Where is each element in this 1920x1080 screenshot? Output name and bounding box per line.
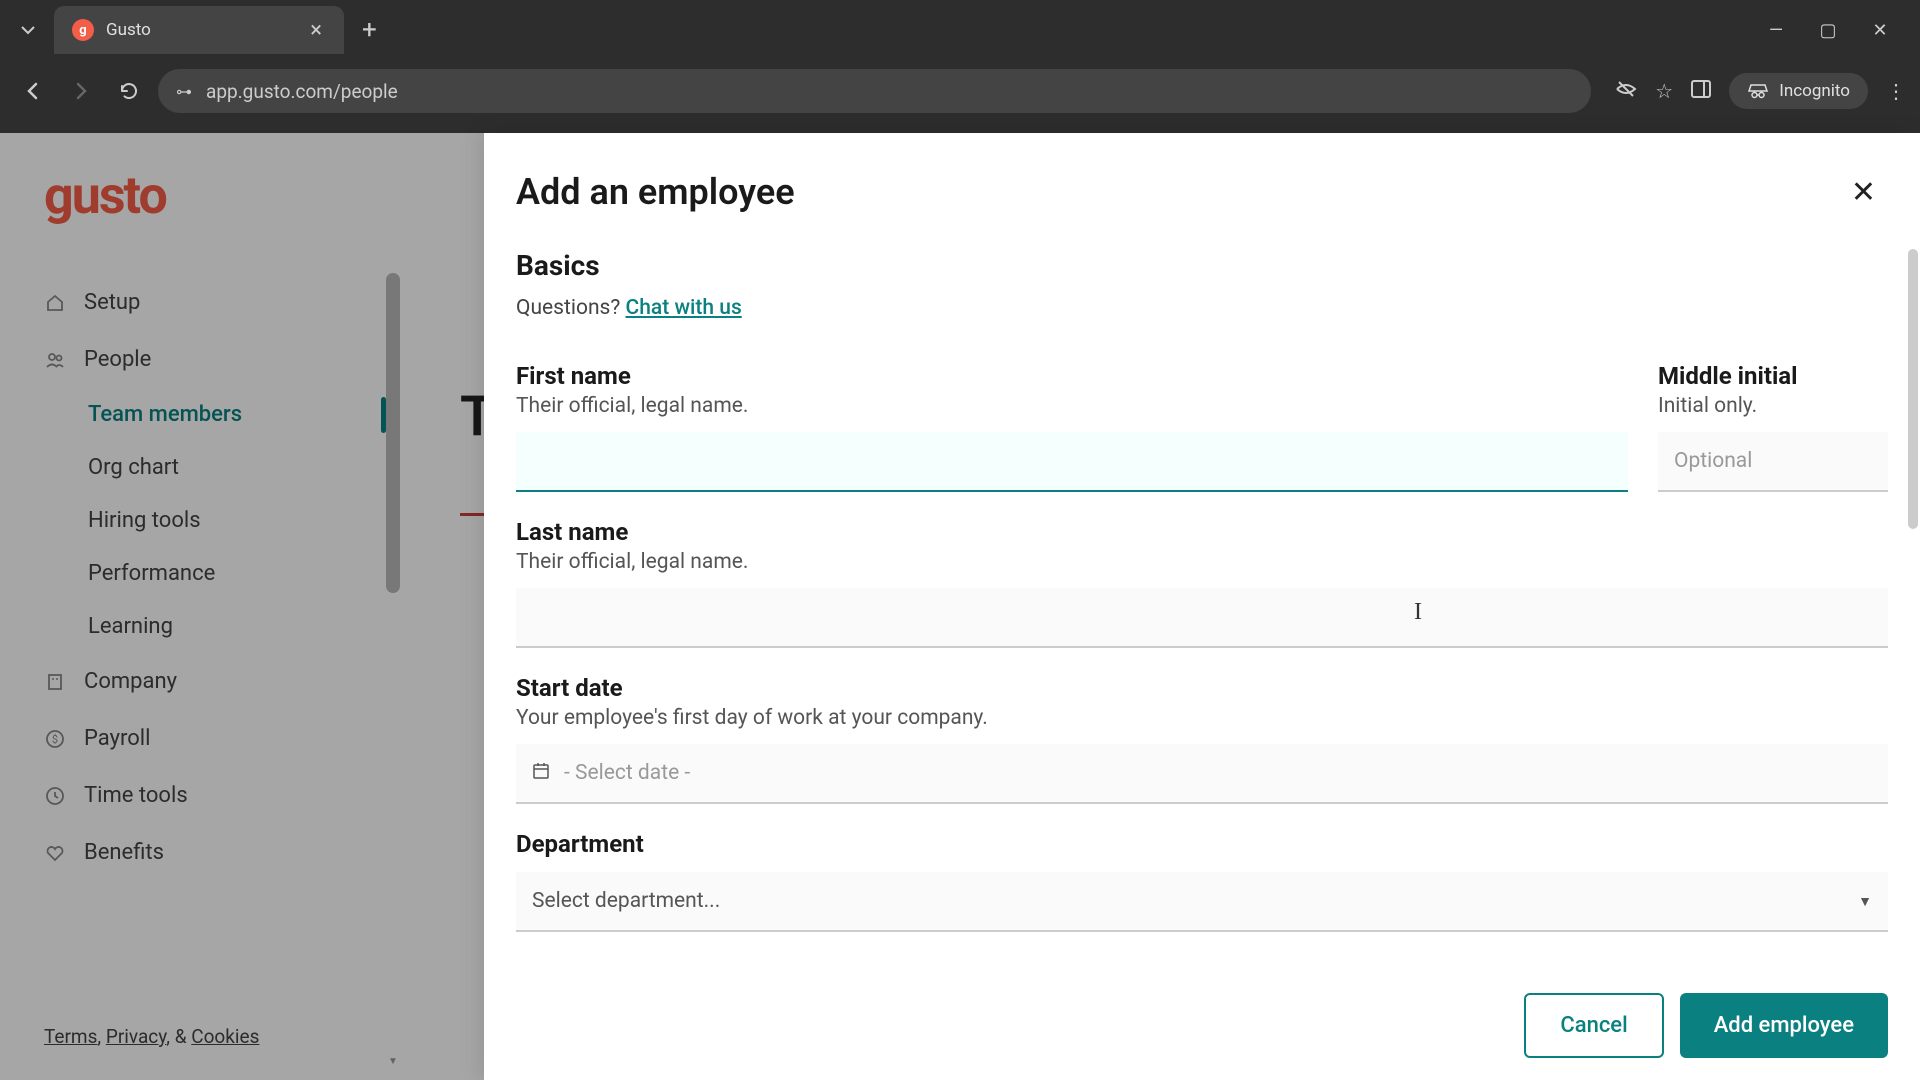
modal-backdrop[interactable] <box>0 133 484 1080</box>
department-select[interactable]: Select department... ▼ <box>516 872 1888 932</box>
bookmark-star-icon[interactable]: ☆ <box>1655 79 1673 103</box>
tab-title: Gusto <box>106 20 306 40</box>
first-name-input[interactable] <box>516 432 1628 492</box>
chevron-down-icon: ▼ <box>1858 893 1872 910</box>
department-group: Department Select department... ▼ <box>516 830 1888 932</box>
url-text: app.gusto.com/people <box>206 80 398 103</box>
department-label: Department <box>516 830 1888 858</box>
modal-footer: Cancel Add employee <box>484 975 1920 1080</box>
address-bar: ⊶ app.gusto.com/people ☆ Incognito ⋮ <box>0 60 1920 122</box>
form-row: Start date Your employee's first day of … <box>516 674 1888 804</box>
side-panel-icon[interactable] <box>1691 79 1711 103</box>
forward-button[interactable] <box>62 72 100 110</box>
tab-search-dropdown[interactable] <box>10 12 46 48</box>
select-placeholder: Select department... <box>532 889 720 913</box>
form-row: Last name Their official, legal name. <box>516 518 1888 648</box>
tab-close-icon[interactable]: × <box>306 18 326 43</box>
back-button[interactable] <box>14 72 52 110</box>
form-row: First name Their official, legal name. M… <box>516 362 1888 492</box>
kebab-menu-icon[interactable]: ⋮ <box>1886 79 1906 103</box>
maximize-icon[interactable]: ▢ <box>1816 20 1840 41</box>
modal-title: Add an employee <box>516 171 795 213</box>
window-controls: — ▢ ✕ <box>1764 20 1910 41</box>
reload-button[interactable] <box>110 72 148 110</box>
first-name-group: First name Their official, legal name. <box>516 362 1628 492</box>
start-date-group: Start date Your employee's first day of … <box>516 674 1888 804</box>
incognito-label: Incognito <box>1779 81 1850 101</box>
close-window-icon[interactable]: ✕ <box>1868 20 1892 41</box>
new-tab-button[interactable]: + <box>362 15 377 45</box>
tab-bar: g Gusto × + — ▢ ✕ <box>0 0 1920 60</box>
gusto-favicon-icon: g <box>72 19 94 41</box>
browser-chrome: g Gusto × + — ▢ ✕ ⊶ app.gusto.com/people <box>0 0 1920 133</box>
minimize-icon[interactable]: — <box>1764 20 1788 41</box>
start-date-help: Your employee's first day of work at you… <box>516 706 1888 730</box>
browser-tab[interactable]: g Gusto × <box>54 6 344 54</box>
last-name-input[interactable] <box>516 588 1888 648</box>
url-input[interactable]: ⊶ app.gusto.com/people <box>158 69 1591 113</box>
modal-close-button[interactable]: ✕ <box>1851 175 1876 210</box>
calendar-icon <box>532 762 550 785</box>
app-content: gusto Setup People Team members Org char… <box>0 133 1920 1080</box>
incognito-badge[interactable]: Incognito <box>1729 73 1868 109</box>
first-name-help: Their official, legal name. <box>516 394 1628 418</box>
add-employee-modal: Add an employee ✕ Basics Questions? Chat… <box>484 133 1920 1080</box>
incognito-icon <box>1747 83 1769 99</box>
start-date-input[interactable]: - Select date - <box>516 744 1888 804</box>
middle-initial-group: Middle initial Initial only. <box>1658 362 1888 492</box>
last-name-label: Last name <box>516 518 1888 546</box>
cancel-button[interactable]: Cancel <box>1524 993 1663 1058</box>
start-date-label: Start date <box>516 674 1888 702</box>
middle-initial-label: Middle initial <box>1658 362 1888 390</box>
address-actions: ☆ Incognito ⋮ <box>1615 73 1906 109</box>
date-placeholder: - Select date - <box>564 761 690 785</box>
section-title: Basics <box>516 249 1888 282</box>
first-name-label: First name <box>516 362 1628 390</box>
middle-initial-help: Initial only. <box>1658 394 1888 418</box>
form-row: Department Select department... ▼ <box>516 830 1888 932</box>
last-name-help: Their official, legal name. <box>516 550 1888 574</box>
site-settings-icon[interactable]: ⊶ <box>176 82 192 101</box>
modal-body: Basics Questions? Chat with us First nam… <box>484 235 1920 975</box>
modal-header: Add an employee ✕ <box>484 133 1920 235</box>
help-text: Questions? Chat with us <box>516 296 1888 320</box>
last-name-group: Last name Their official, legal name. <box>516 518 1888 648</box>
middle-initial-input[interactable] <box>1658 432 1888 492</box>
chat-link[interactable]: Chat with us <box>626 296 742 320</box>
add-employee-button[interactable]: Add employee <box>1680 993 1888 1058</box>
eye-off-icon[interactable] <box>1615 78 1637 105</box>
modal-scrollbar[interactable] <box>1908 249 1918 529</box>
